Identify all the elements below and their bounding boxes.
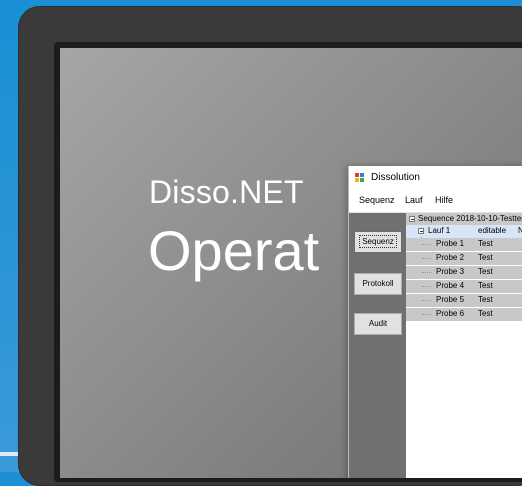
table-row[interactable]: Probe 6 Test: [406, 308, 522, 321]
brand-title: Disso.NET: [149, 174, 304, 210]
sample-type: Test: [478, 295, 493, 304]
table-row[interactable]: Probe 1 Test: [406, 238, 522, 251]
run-name: Lauf 1: [428, 226, 451, 235]
sample-name: Probe 1: [436, 239, 465, 248]
sample-name: Probe 6: [436, 309, 465, 318]
run-status: editable: [478, 226, 507, 235]
table-row[interactable]: Probe 4 Test: [406, 280, 522, 293]
menu-sequenz[interactable]: Sequenz: [359, 195, 395, 205]
window-titlebar[interactable]: Dissolution: [349, 166, 522, 190]
sample-type: Test: [478, 267, 493, 276]
sample-type: Test: [478, 253, 493, 262]
sample-type: Test: [478, 309, 493, 318]
sample-type: Test: [478, 281, 493, 290]
sample-name: Probe 3: [436, 267, 465, 276]
sequence-tree[interactable]: Sequence 2018-10-10-Testtes Lauf 1 edita…: [406, 213, 522, 478]
monitor-screen: Disso.NET Operat Dissolution Sequenz Lau…: [60, 48, 522, 478]
tree-connector: [422, 244, 432, 245]
audit-button[interactable]: Audit: [354, 313, 402, 335]
tree-run-row[interactable]: Lauf 1 editable N: [406, 225, 522, 238]
tree-connector: [422, 300, 432, 301]
menu-hilfe[interactable]: Hilfe: [435, 195, 453, 205]
table-row[interactable]: Probe 5 Test: [406, 294, 522, 307]
tree-connector: [422, 314, 432, 315]
table-row[interactable]: Probe 3 Test: [406, 266, 522, 279]
collapse-icon[interactable]: [409, 216, 415, 222]
menu-bar: Sequenz Lauf Hilfe: [349, 190, 522, 213]
dissolution-window[interactable]: Dissolution Sequenz Lauf Hilfe Sequenz P…: [348, 166, 522, 478]
audit-button-label: Audit: [368, 319, 388, 328]
tree-connector: [422, 272, 432, 273]
sample-name: Probe 4: [436, 281, 465, 290]
brand-subtitle: Operat: [148, 219, 320, 282]
protokoll-button[interactable]: Protokoll: [354, 273, 402, 295]
collapse-icon[interactable]: [418, 228, 424, 234]
tree-connector: [422, 286, 432, 287]
sequenz-button[interactable]: Sequenz: [354, 231, 402, 253]
side-panel: Sequenz Protokoll Audit: [349, 213, 406, 478]
tree-root-label: Sequence 2018-10-10-Testtes: [418, 214, 522, 223]
table-row[interactable]: Probe 2 Test: [406, 252, 522, 265]
window-title: Dissolution: [371, 172, 420, 183]
sample-name: Probe 5: [436, 295, 465, 304]
sequenz-button-label: Sequenz: [359, 235, 397, 248]
app-icon: [355, 173, 364, 182]
menu-lauf[interactable]: Lauf: [405, 195, 423, 205]
tree-connector: [422, 258, 432, 259]
sample-name: Probe 2: [436, 253, 465, 262]
protokoll-button-label: Protokoll: [362, 279, 394, 288]
run-extra: N: [518, 226, 522, 235]
sample-type: Test: [478, 239, 493, 248]
